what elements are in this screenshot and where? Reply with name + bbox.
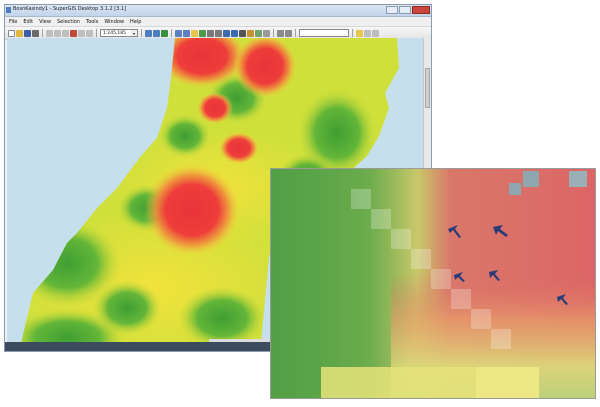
toolbar-separator (171, 29, 172, 37)
print-icon[interactable] (32, 29, 39, 37)
menu-selection[interactable]: Selection (57, 19, 80, 25)
maximize-button[interactable] (399, 6, 411, 14)
new-file-icon[interactable] (8, 29, 15, 37)
copy-icon[interactable] (54, 29, 61, 37)
open-folder-icon[interactable] (16, 29, 23, 37)
toolbar-separator (295, 29, 296, 37)
scrollbar-thumb[interactable] (425, 68, 430, 108)
minimize-button[interactable] (386, 6, 398, 14)
raster-zoom-inset (270, 168, 596, 399)
measure-icon[interactable] (231, 29, 238, 37)
raster-grid-layer (271, 169, 595, 398)
toolbar-separator (42, 29, 43, 37)
toolbar-separator (96, 29, 97, 37)
map-scale-value: 1:245,185 (103, 31, 126, 36)
pan-hand-icon[interactable] (191, 29, 198, 37)
toolbar-separator (141, 29, 142, 37)
menu-bar: File Edit View Selection Tools Window He… (5, 17, 431, 26)
zoom-out-icon[interactable] (183, 29, 190, 37)
table-icon[interactable] (153, 29, 160, 37)
symbol-tool-icon[interactable] (372, 29, 379, 37)
delete-icon[interactable] (70, 29, 77, 37)
edit-tool-icon[interactable] (277, 29, 284, 37)
menu-view[interactable]: View (39, 19, 51, 25)
menu-help[interactable]: Help (130, 19, 141, 25)
toolbar-separator (273, 29, 274, 37)
window-title: BosnKasindy1 - SuperGIS Desktop 3.1.2 [3… (13, 6, 127, 12)
paste-icon[interactable] (62, 29, 69, 37)
next-extent-icon[interactable] (215, 29, 222, 37)
clear-selection-icon[interactable] (263, 29, 270, 37)
map-scale-input[interactable]: 1:245,185 ▾ (100, 29, 138, 37)
select-arrow-icon[interactable] (239, 29, 246, 37)
menu-edit[interactable]: Edit (23, 19, 33, 25)
toolbar-separator (352, 29, 353, 37)
redo-icon[interactable] (86, 29, 93, 37)
chevron-down-icon[interactable]: ▾ (131, 30, 137, 36)
layer-icon[interactable] (145, 29, 152, 37)
app-logo-icon (6, 7, 11, 13)
hyperlink-icon[interactable] (247, 29, 254, 37)
cut-icon[interactable] (46, 29, 53, 37)
layer-select-dropdown[interactable] (299, 29, 349, 37)
sketch-tool-icon[interactable] (285, 29, 292, 37)
menu-tools[interactable]: Tools (86, 19, 98, 25)
zoom-in-icon[interactable] (175, 29, 182, 37)
menu-file[interactable]: File (9, 19, 17, 25)
catalog-icon[interactable] (161, 29, 168, 37)
find-icon[interactable] (255, 29, 262, 37)
previous-extent-icon[interactable] (207, 29, 214, 37)
text-tool-icon[interactable] (364, 29, 371, 37)
menu-window[interactable]: Window (104, 19, 124, 25)
close-button[interactable] (412, 6, 430, 14)
save-icon[interactable] (24, 29, 31, 37)
draw-tool-icon[interactable] (356, 29, 363, 37)
undo-icon[interactable] (78, 29, 85, 37)
full-extent-icon[interactable] (199, 29, 206, 37)
title-bar[interactable]: BosnKasindy1 - SuperGIS Desktop 3.1.2 [3… (5, 5, 431, 17)
identify-icon[interactable] (223, 29, 230, 37)
window-controls (386, 6, 430, 14)
